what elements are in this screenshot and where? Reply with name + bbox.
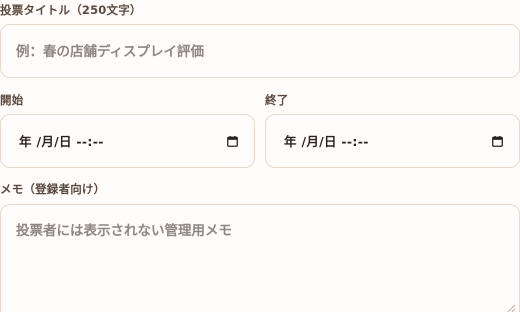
memo-placeholder: 投票者には表示されない管理用メモ (16, 223, 232, 239)
start-label: 開始 (0, 93, 24, 107)
title-input[interactable]: 例：春の店舗ディスプレイ評価 (0, 24, 520, 78)
calendar-icon[interactable] (227, 136, 238, 147)
end-label: 終了 (265, 93, 289, 107)
end-datetime-input[interactable]: 年 /月/日 --:-- (265, 114, 520, 168)
resize-handle-icon[interactable] (506, 303, 516, 312)
vote-form: 投票タイトル（250文字） 例：春の店舗ディスプレイ評価 開始 年 /月/日 -… (0, 0, 520, 312)
memo-textarea[interactable]: 投票者には表示されない管理用メモ (0, 204, 520, 312)
title-label: 投票タイトル（250文字） (0, 3, 142, 17)
calendar-icon[interactable] (492, 136, 503, 147)
start-datetime-value[interactable]: 年 /月/日 --:-- (19, 134, 104, 150)
end-datetime-value[interactable]: 年 /月/日 --:-- (284, 134, 369, 150)
start-datetime-input[interactable]: 年 /月/日 --:-- (0, 114, 255, 168)
title-placeholder: 例：春の店舗ディスプレイ評価 (16, 44, 205, 60)
memo-label: メモ（登録者向け） (0, 182, 106, 196)
